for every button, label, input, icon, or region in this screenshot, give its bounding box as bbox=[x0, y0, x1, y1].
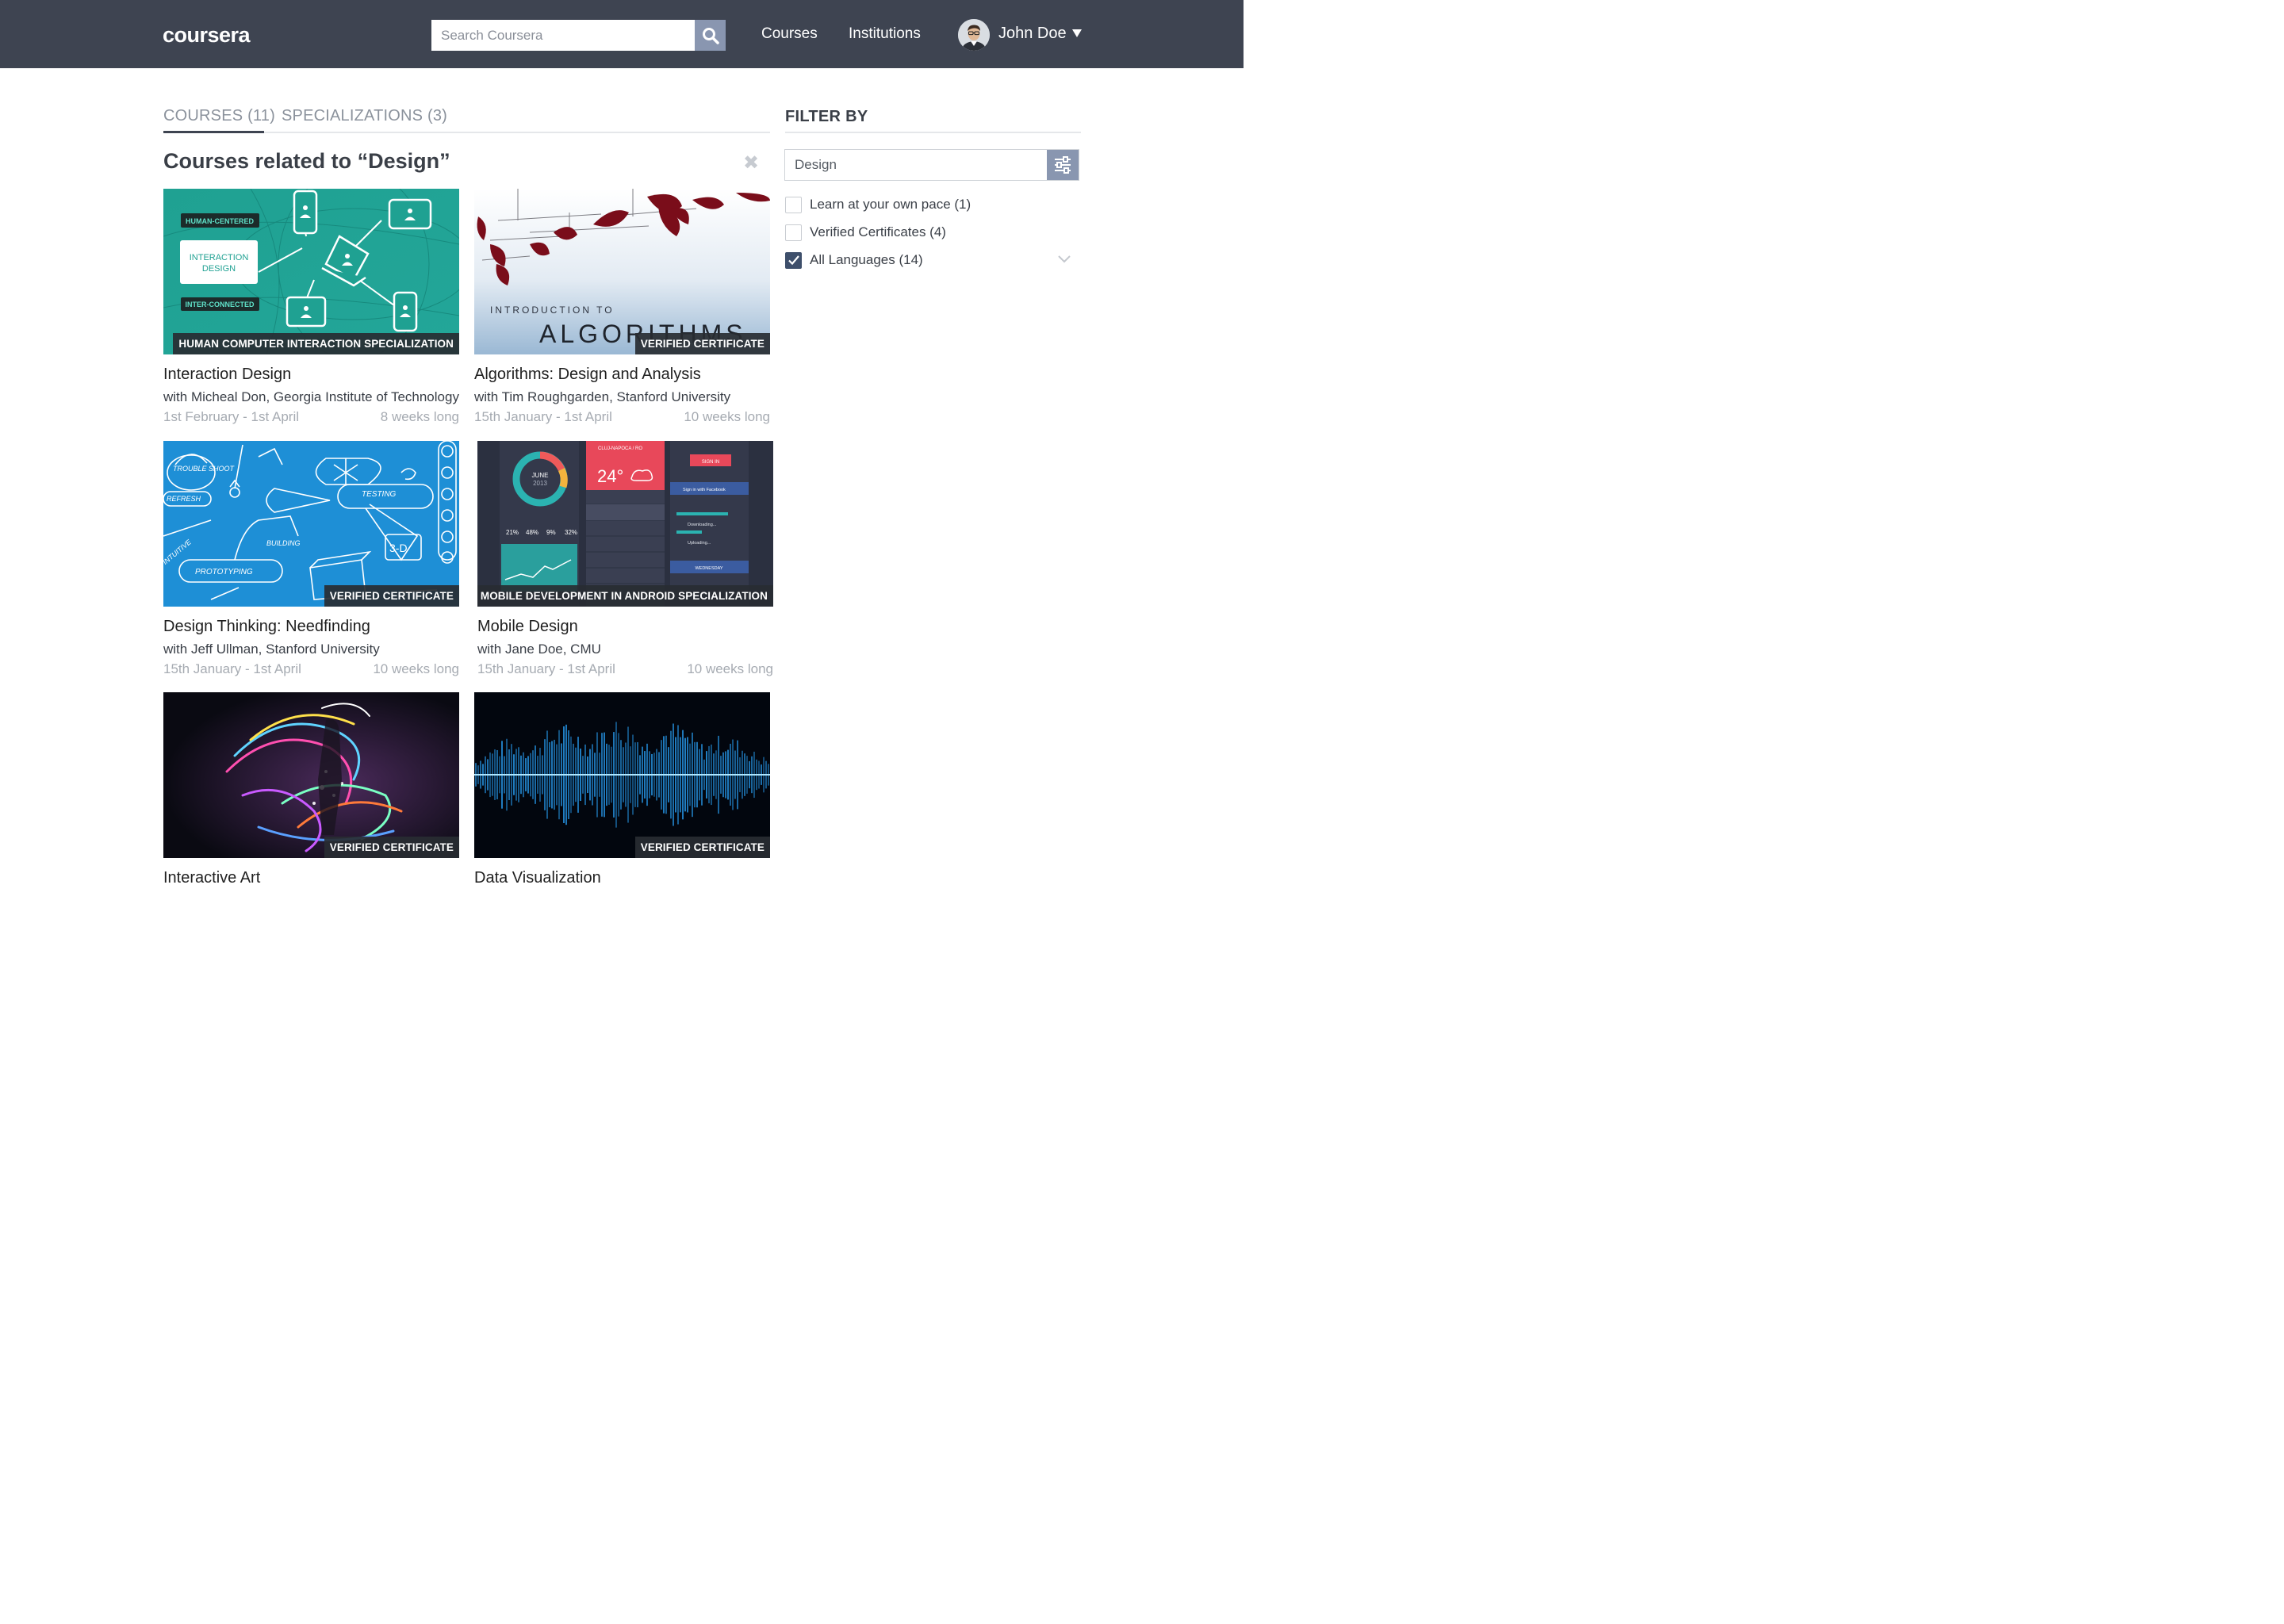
course-instructor: with Jeff Ullman, Stanford University bbox=[163, 642, 380, 657]
course-thumbnail[interactable]: INTRODUCTION TO ALGORITHMS VERIFIED CERT… bbox=[474, 189, 770, 354]
thumb-month: JUNE bbox=[532, 472, 549, 479]
thumb-label-human-centered: HUMAN-CENTERED bbox=[186, 217, 254, 225]
thumb-downloading: Downloading... bbox=[688, 523, 717, 527]
svg-text:21%: 21% bbox=[506, 529, 519, 536]
course-length: 8 weeks long bbox=[380, 409, 459, 424]
user-menu-name[interactable]: John Doe bbox=[998, 25, 1067, 43]
svg-text:48%: 48% bbox=[526, 529, 538, 536]
thumb-label-introduction: INTRODUCTION TO bbox=[490, 304, 615, 316]
course-thumbnail[interactable]: VERIFIED CERTIFICATE bbox=[163, 692, 459, 858]
course-thumbnail[interactable]: TROUBLE SHOOT TESTING REFRESH INTUITIVE … bbox=[163, 441, 459, 607]
course-instructor: with Jane Doe, CMU bbox=[477, 642, 601, 657]
course-thumbnail[interactable]: JUNE 2013 21% 48% 9% 32% CLUJ-NAPOCA / RO 2… bbox=[477, 441, 773, 607]
course-instructor: with Tim Roughgarden, Stanford Universit… bbox=[474, 389, 731, 404]
svg-text:9%: 9% bbox=[546, 529, 556, 536]
thumb-label-inter-connected: INTER-CONNECTED bbox=[186, 301, 255, 308]
course-title[interactable]: Interaction Design bbox=[163, 366, 291, 384]
thumb-doodle-3d: 3-D bbox=[389, 542, 408, 554]
course-card[interactable]: VERIFIED CERTIFICATE Data Visualization bbox=[474, 692, 770, 887]
thumb-doodle-testing: TESTING bbox=[362, 490, 397, 499]
thumb-doodle-refresh: REFRESH bbox=[167, 495, 201, 503]
course-card[interactable]: INTRODUCTION TO ALGORITHMS VERIFIED CERT… bbox=[474, 189, 770, 424]
course-dates: 15th January - 1st April bbox=[477, 661, 615, 676]
verified-certificate-badge: VERIFIED CERTIFICATE bbox=[324, 837, 459, 858]
filter-divider bbox=[785, 132, 1081, 133]
verified-certificate-badge: VERIFIED CERTIFICATE bbox=[324, 585, 459, 607]
filter-settings-button[interactable] bbox=[1047, 150, 1079, 180]
thumb-year: 2013 bbox=[533, 480, 547, 487]
search-box bbox=[431, 20, 726, 51]
course-card[interactable]: VERIFIED CERTIFICATE Interactive Art bbox=[163, 692, 459, 887]
caret-down-icon[interactable] bbox=[1072, 29, 1082, 37]
coursera-logo[interactable]: coursera bbox=[163, 23, 251, 48]
filter-option-languages[interactable]: All Languages (14) bbox=[785, 251, 923, 269]
course-dates: 1st February - 1st April bbox=[163, 409, 300, 424]
filter-input[interactable] bbox=[785, 150, 1048, 180]
nav-courses-link[interactable]: Courses bbox=[761, 25, 818, 43]
avatar[interactable] bbox=[958, 19, 990, 51]
filter-option-verified[interactable]: Verified Certificates (4) bbox=[785, 224, 946, 241]
filter-option-label: Learn at your own pace (1) bbox=[810, 197, 971, 212]
top-nav-bar: coursera Courses Institutions John Doe bbox=[0, 0, 1244, 68]
thumb-sign-in: SIGN IN bbox=[702, 460, 719, 465]
tab-courses[interactable]: COURSES (11) bbox=[163, 107, 275, 125]
filter-search bbox=[784, 149, 1079, 181]
check-icon bbox=[788, 255, 799, 266]
thumb-doodle-prototyping: PROTOTYPING bbox=[195, 568, 253, 576]
course-title[interactable]: Interactive Art bbox=[163, 869, 260, 887]
course-length: 10 weeks long bbox=[684, 409, 770, 424]
verified-certificate-badge: VERIFIED CERTIFICATE bbox=[634, 837, 770, 858]
filter-option-own-pace[interactable]: Learn at your own pace (1) bbox=[785, 196, 971, 213]
course-card[interactable]: TROUBLE SHOOT TESTING REFRESH INTUITIVE … bbox=[163, 441, 459, 676]
course-thumbnail[interactable]: HUMAN-CENTERED INTERACTION DESIGN INTER-… bbox=[163, 189, 459, 354]
specialization-badge: MOBILE DEVELOPMENT IN ANDROID SPECIALIZA… bbox=[477, 585, 773, 607]
thumb-city: CLUJ-NAPOCA / RO bbox=[598, 446, 642, 451]
course-instructor: with Micheal Don, Georgia Institute of T… bbox=[163, 389, 459, 404]
checkbox-checked[interactable] bbox=[785, 251, 802, 269]
course-card[interactable]: JUNE 2013 21% 48% 9% 32% CLUJ-NAPOCA / RO 2… bbox=[477, 441, 773, 676]
page-title: Courses related to “Design” bbox=[163, 149, 450, 173]
course-title[interactable]: Design Thinking: Needfinding bbox=[163, 618, 370, 636]
thumb-facebook: Sign in with Facebook bbox=[683, 488, 726, 492]
thumb-uploading: Uploading... bbox=[688, 541, 711, 546]
course-title[interactable]: Mobile Design bbox=[477, 618, 578, 636]
specialization-badge: HUMAN COMPUTER INTERACTION SPECIALIZATIO… bbox=[173, 333, 459, 354]
checkbox[interactable] bbox=[785, 224, 802, 241]
thumb-label-design: DESIGN bbox=[202, 264, 236, 274]
course-length: 10 weeks long bbox=[373, 661, 459, 676]
thumb-label-interaction: INTERACTION bbox=[190, 253, 249, 262]
course-length: 10 weeks long bbox=[687, 661, 773, 676]
course-thumbnail[interactable]: VERIFIED CERTIFICATE bbox=[474, 692, 770, 858]
nav-institutions-link[interactable]: Institutions bbox=[849, 25, 921, 43]
thumb-doodle-trouble: TROUBLE SHOOT bbox=[173, 465, 236, 473]
thumb-weekday: WEDNESDAY bbox=[695, 566, 722, 571]
sliders-icon bbox=[1055, 156, 1071, 174]
thumb-temperature: 24° bbox=[597, 466, 623, 486]
course-card[interactable]: HUMAN-CENTERED INTERACTION DESIGN INTER-… bbox=[163, 189, 459, 424]
tab-specializations[interactable]: SPECIALIZATIONS (3) bbox=[282, 107, 447, 125]
close-icon[interactable]: ✖ bbox=[743, 154, 759, 173]
search-button[interactable] bbox=[695, 20, 726, 51]
search-icon bbox=[702, 27, 719, 44]
chevron-down-icon[interactable] bbox=[1058, 255, 1071, 263]
search-input[interactable] bbox=[431, 20, 695, 51]
filter-option-label: Verified Certificates (4) bbox=[810, 224, 946, 239]
filter-option-label: All Languages (14) bbox=[810, 252, 923, 267]
svg-text:32%: 32% bbox=[565, 529, 577, 536]
verified-certificate-badge: VERIFIED CERTIFICATE bbox=[634, 333, 770, 354]
checkbox[interactable] bbox=[785, 196, 802, 213]
thumb-doodle-building: BUILDING bbox=[266, 539, 301, 547]
course-dates: 15th January - 1st April bbox=[474, 409, 612, 424]
filter-heading: FILTER BY bbox=[785, 108, 868, 125]
active-tab-indicator bbox=[163, 131, 264, 133]
course-dates: 15th January - 1st April bbox=[163, 661, 301, 676]
course-title[interactable]: Data Visualization bbox=[474, 869, 601, 887]
course-title[interactable]: Algorithms: Design and Analysis bbox=[474, 366, 701, 384]
